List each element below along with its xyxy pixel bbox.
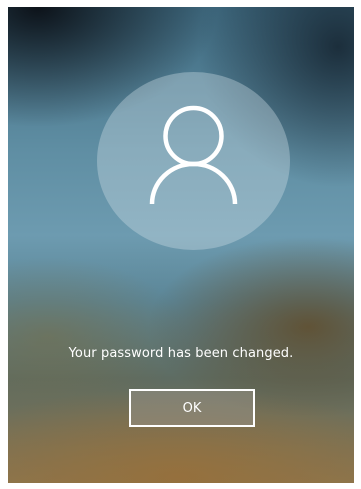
ok-button[interactable]: OK	[129, 389, 255, 427]
user-avatar	[97, 72, 290, 250]
lock-screen: Your password has been changed. OK	[8, 7, 354, 483]
user-icon	[149, 105, 238, 205]
ok-button-label: OK	[182, 400, 202, 416]
password-changed-message: Your password has been changed.	[68, 346, 294, 361]
